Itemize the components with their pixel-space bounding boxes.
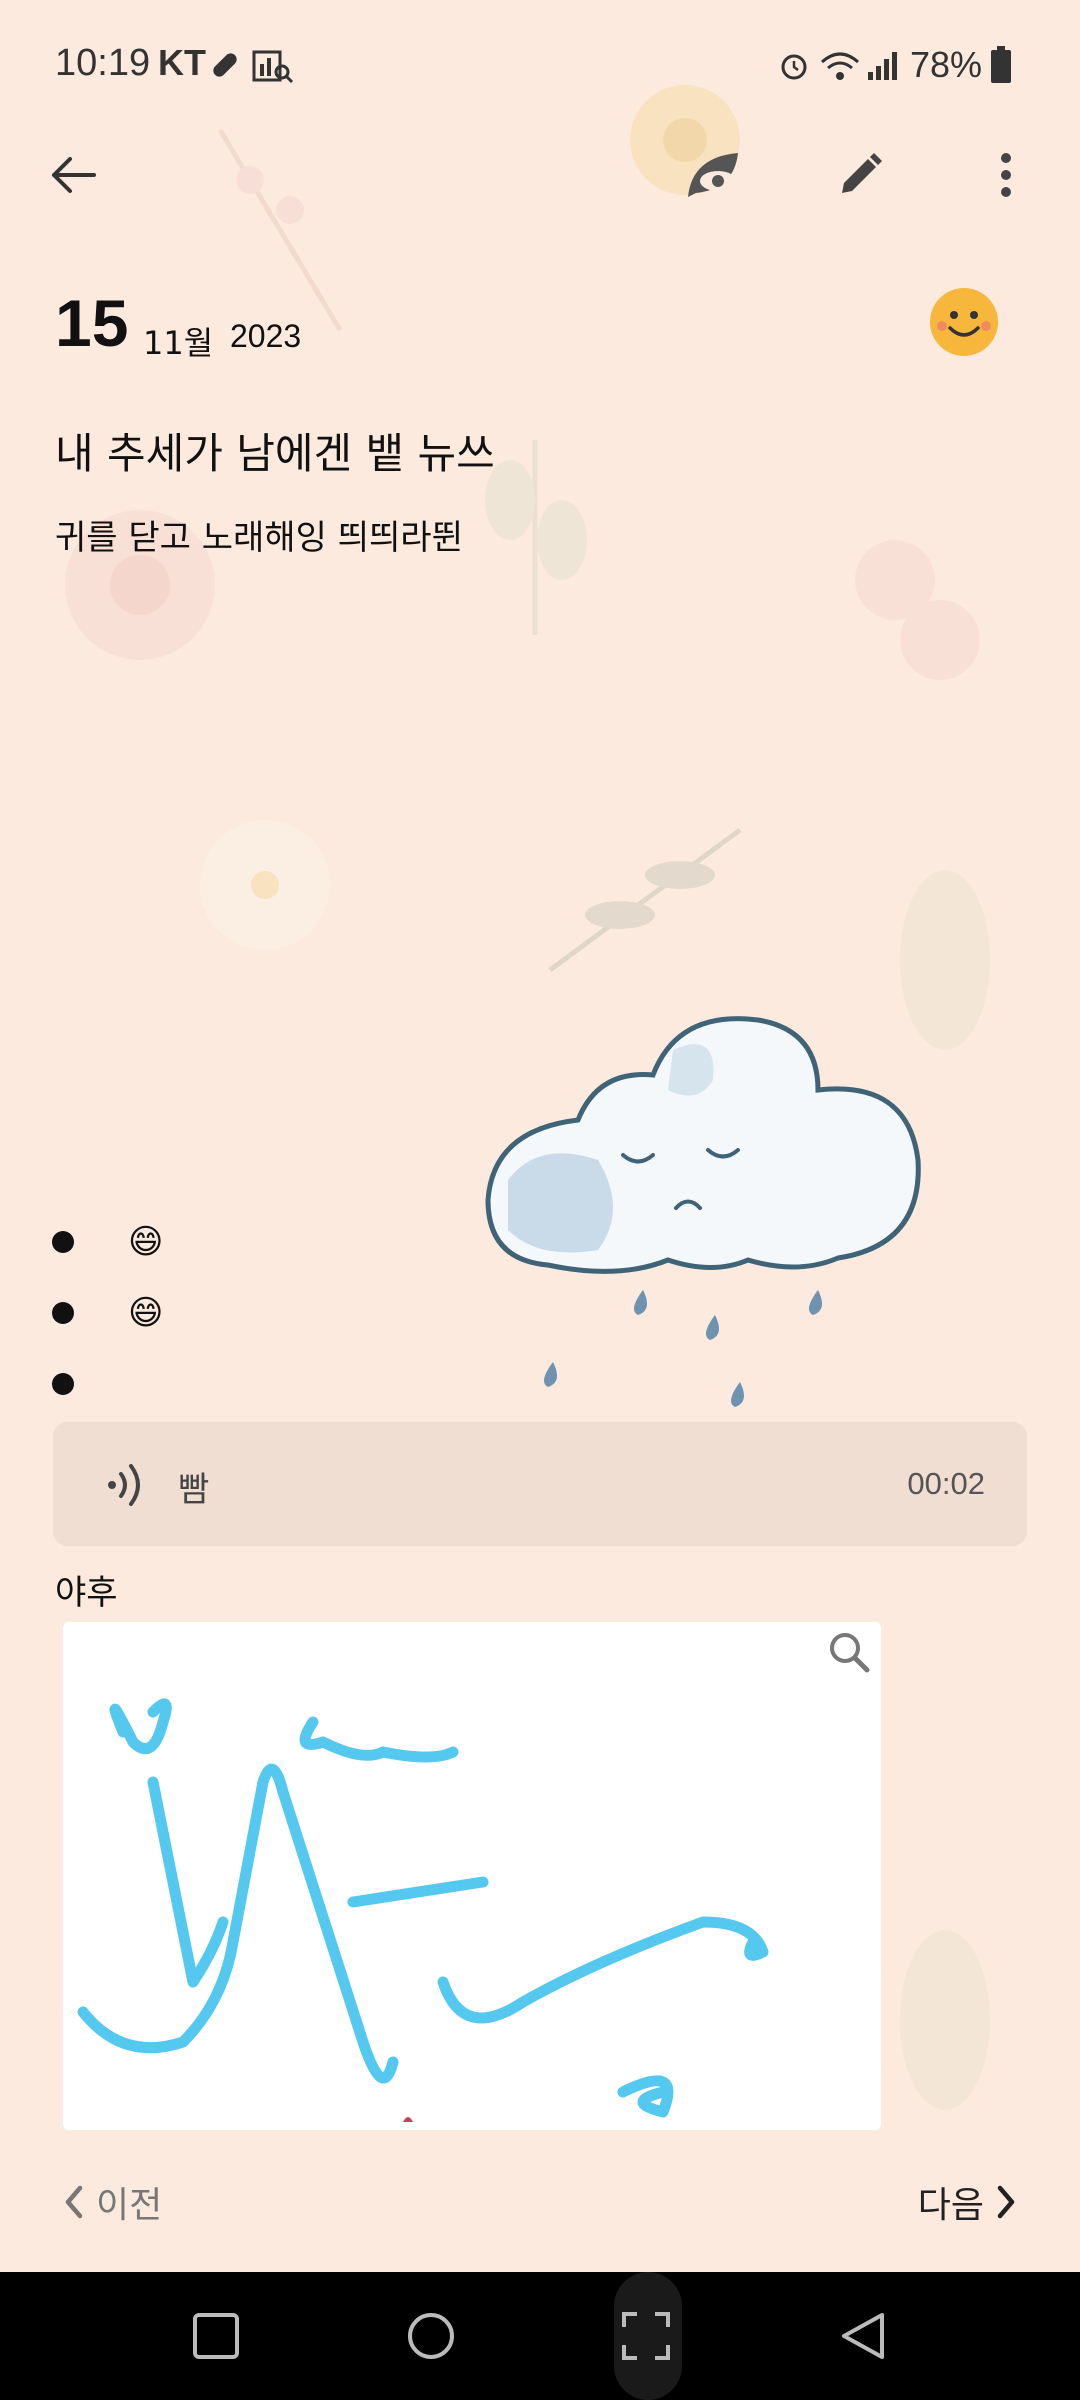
alarm-icon (781, 54, 807, 80)
mood-button[interactable] (930, 288, 998, 356)
voice-note-label: 빰 (178, 1470, 210, 1510)
circle-icon (408, 2313, 454, 2359)
pencil-icon (842, 153, 882, 193)
screenshot-button[interactable] (586, 2272, 706, 2400)
edit-button[interactable] (825, 140, 895, 210)
back-arrow-icon (52, 157, 96, 193)
magnifier-icon[interactable] (827, 1630, 871, 1674)
smiley-face-icon (937, 311, 991, 337)
back-button[interactable] (38, 140, 108, 210)
capture-frame-icon (622, 2312, 670, 2360)
battery-icon (991, 46, 1011, 83)
status-carrier: KT (158, 42, 206, 83)
entry-month: 11월 (143, 324, 214, 362)
more-vert-icon (1001, 153, 1011, 197)
bullet-marker (52, 1302, 74, 1324)
leaf-eye-icon (688, 153, 738, 197)
bullet-marker (52, 1373, 74, 1395)
status-time: 10:19 (55, 42, 151, 84)
status-bar: 10:19 KT 78% (0, 0, 1080, 130)
home-button[interactable] (371, 2272, 491, 2400)
bullet-item: 😄 (128, 1222, 164, 1262)
triangle-back-icon (842, 2313, 884, 2359)
drawing-image[interactable] (63, 1622, 881, 2130)
entry-year: 2023 (230, 318, 302, 354)
chevron-right-icon (997, 2185, 1015, 2219)
pill-icon (213, 53, 237, 77)
leaf-decoration-icon (900, 1930, 990, 2110)
rose-decoration-icon (855, 540, 980, 680)
handwriting-drawing (77, 1698, 769, 2122)
voice-note-duration: 00:02 (907, 1466, 985, 1501)
entry-body: 귀를 닫고 노래해잉 띄띄라뛴 (55, 518, 463, 558)
voice-note-player[interactable]: 빰 00:02 (53, 1422, 1027, 1546)
audio-wave-icon (108, 1464, 140, 1506)
diary-entry-screen: 10:19 KT 78% 15 11월 2023 내 추세가 남에겐 뱉 뉴쓰 … (0, 0, 1080, 2400)
next-entry-button[interactable]: 다음 (918, 2176, 1018, 2228)
signal-icon (868, 52, 897, 80)
rain-cloud-sticker (485, 1016, 921, 1447)
leaf-branch-decoration-icon (548, 827, 742, 973)
back-nav-button[interactable] (803, 2272, 923, 2400)
chevron-left-icon (65, 2185, 83, 2219)
entry-day: 15 (55, 286, 129, 360)
system-navigation-bar (0, 2272, 1080, 2400)
drawing-caption: 야후 (55, 1573, 118, 1613)
square-icon (193, 2313, 239, 2359)
battery-percent: 78% (910, 44, 983, 85)
entry-title: 내 추세가 남에겐 뱉 뉴쓰 (55, 429, 495, 478)
bullet-marker (52, 1231, 74, 1253)
view-mode-button[interactable] (678, 140, 748, 210)
flower-decoration-icon (200, 820, 330, 950)
prev-entry-label: 이전 (96, 2185, 163, 2226)
branch-decoration-icon (217, 128, 343, 332)
recents-button[interactable] (156, 2272, 276, 2400)
prev-entry-button[interactable]: 이전 (62, 2176, 162, 2228)
next-entry-label: 다음 (917, 2185, 984, 2226)
wifi-icon (821, 52, 859, 80)
bullet-item: 😄 (128, 1293, 164, 1333)
chart-search-icon (252, 50, 294, 84)
more-options-button[interactable] (971, 140, 1041, 210)
